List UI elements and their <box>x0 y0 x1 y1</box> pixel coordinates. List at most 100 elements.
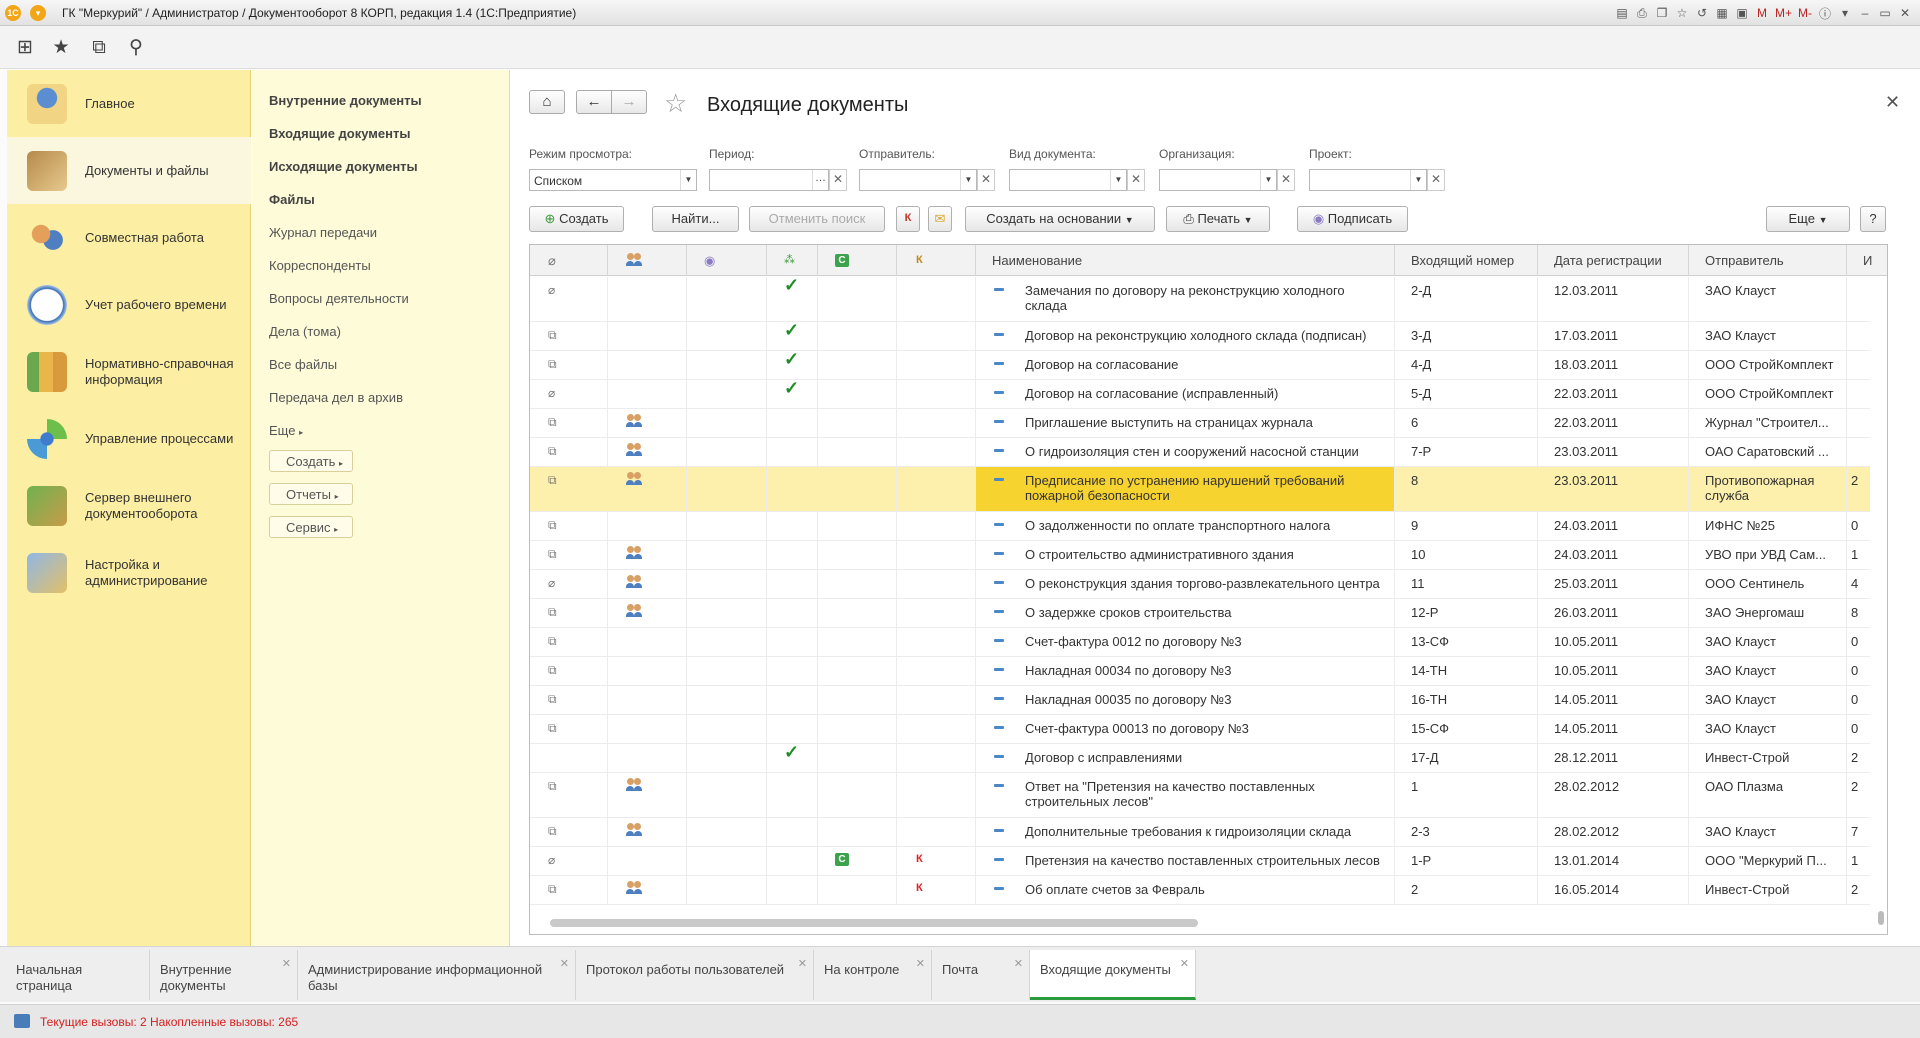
chevron-down-icon[interactable]: ▼ <box>680 170 696 190</box>
back-button[interactable]: ← <box>576 90 612 114</box>
create-button[interactable]: ⊕ Создать <box>529 206 624 232</box>
print-button[interactable]: ⎙ Печать ▼ <box>1166 206 1270 232</box>
print-icon[interactable]: ⎙ <box>1635 6 1649 21</box>
table-row[interactable]: ⧉ К Об оплате счетов за Февраль 2 16.05.2014… <box>530 876 1870 905</box>
subnav-outgoing-docs[interactable]: Исходящие документы <box>269 159 418 174</box>
subnav-all-files[interactable]: Все файлы <box>269 357 337 372</box>
mode-select[interactable]: Списком ▼ <box>529 169 697 191</box>
dropdown-icon[interactable]: ▾ <box>1838 6 1852 20</box>
table-row[interactable]: ⧉ О задержке сроков строительства 12-Р 26.0… <box>530 599 1870 628</box>
main-menu-icon[interactable]: ▾ <box>30 5 46 21</box>
table-row[interactable]: ⧉ Предписание по устранению нарушений тре… <box>530 467 1870 512</box>
table-row[interactable]: ⧉ О задолженности по оплате транспортного… <box>530 512 1870 541</box>
favorite-icon[interactable]: ☆ <box>1675 6 1689 20</box>
calendar-icon[interactable]: ▦ <box>1715 6 1729 20</box>
column-sender[interactable]: Отправитель <box>1689 245 1847 276</box>
tab-window[interactable]: Входящие документы ✕ <box>1030 950 1196 1000</box>
close-tab-icon[interactable]: ✕ <box>282 956 291 972</box>
table-row[interactable]: ⧉ Приглашение выступить на страницах журн… <box>530 409 1870 438</box>
create-based-on-button[interactable]: Создать на основании ▼ <box>965 206 1155 232</box>
table-row[interactable]: ⌀ С К Претензия на качество поставленных ст… <box>530 847 1870 876</box>
close-tab-icon[interactable]: ✕ <box>1180 956 1189 972</box>
tab-window[interactable]: Почта ✕ <box>932 950 1030 1000</box>
close-tab-icon[interactable]: ✕ <box>1014 956 1023 972</box>
project-clear-icon[interactable]: ✕ <box>1427 169 1445 191</box>
period-clear-icon[interactable]: ✕ <box>829 169 847 191</box>
column-signature[interactable]: ◉ <box>687 245 767 276</box>
table-row[interactable]: ⧉ ✓ Договор на согласование 4-Д 18.03.2011 ОО… <box>530 351 1870 380</box>
table-row[interactable]: ⌀ ✓ Замечания по договору на реконструкцию… <box>530 277 1870 322</box>
control-k-button[interactable]: К <box>896 206 920 232</box>
table-row[interactable]: ⧉ О гидроизоляция стен и сооружений насос… <box>530 438 1870 467</box>
tab-window[interactable]: Начальная страница <box>6 950 150 1000</box>
forward-button[interactable]: → <box>611 90 647 114</box>
subnav-cases[interactable]: Дела (тома) <box>269 324 341 339</box>
column-extra[interactable]: И <box>1847 245 1887 276</box>
table-row[interactable]: ⧉ Накладная 00034 по договору №3 14-ТН 10.0… <box>530 657 1870 686</box>
favorites-star-icon[interactable]: ★ <box>49 36 73 60</box>
subnav-internal-docs[interactable]: Внутренние документы <box>269 93 422 108</box>
find-button[interactable]: Найти... <box>652 206 739 232</box>
close-tab-icon[interactable]: ✕ <box>560 956 569 972</box>
table-row[interactable]: ⧉ О строительство административного здани… <box>530 541 1870 570</box>
help-button[interactable]: ? <box>1860 206 1886 232</box>
subnav-correspondents[interactable]: Корреспонденты <box>269 258 371 273</box>
subnav-activity-questions[interactable]: Вопросы деятельности <box>269 291 409 306</box>
sidebar-item-reference[interactable]: Нормативно-справочная информация <box>7 338 251 405</box>
sidebar-item-documents[interactable]: Документы и файлы <box>7 137 251 204</box>
subnav-incoming-docs[interactable]: Входящие документы <box>269 126 410 141</box>
sign-button[interactable]: ◉ Подписать <box>1297 206 1408 232</box>
project-select[interactable]: ▼ <box>1309 169 1427 191</box>
column-k[interactable]: К <box>897 245 976 276</box>
info-icon[interactable]: ⓘ <box>1818 5 1832 22</box>
sender-select[interactable]: ▼ <box>859 169 977 191</box>
subnav-more[interactable]: Еще ▸ <box>269 423 303 438</box>
table-row[interactable]: ⌀ ✓ Договор на согласование (исправленный)… <box>530 380 1870 409</box>
apps-grid-icon[interactable]: ⊞ <box>13 36 37 60</box>
org-select[interactable]: ▼ <box>1159 169 1277 191</box>
sidebar-item-collaboration[interactable]: Совместная работа <box>7 204 251 271</box>
column-c[interactable]: С <box>818 245 897 276</box>
close-window-icon[interactable]: ✕ <box>1898 6 1912 20</box>
column-tasks[interactable]: ⁂ <box>767 245 818 276</box>
column-name[interactable]: Наименование <box>976 245 1395 276</box>
history-pages-icon[interactable]: ⧉ <box>87 36 111 60</box>
memory-minus-button[interactable]: M- <box>1798 6 1812 20</box>
table-row[interactable]: ⧉ Дополнительные требования к гидроизоляц… <box>530 818 1870 847</box>
column-group[interactable] <box>608 245 687 276</box>
sidebar-item-external-server[interactable]: Сервер внешнего документооборота <box>7 472 251 539</box>
home-button[interactable]: ⌂ <box>529 90 565 114</box>
chevron-down-icon[interactable]: ▼ <box>1110 170 1126 190</box>
table-row[interactable]: ✓ Договор с исправлениями 17-Д 28.12.2011 Ин… <box>530 744 1870 773</box>
ellipsis-icon[interactable]: … <box>812 170 828 190</box>
chevron-down-icon[interactable]: ▼ <box>1410 170 1426 190</box>
table-row[interactable]: ⧉ ✓ Договор на реконструкцию холодного скл… <box>530 322 1870 351</box>
sidebar-item-processes[interactable]: Управление процессами <box>7 405 251 472</box>
tab-window[interactable]: Протокол работы пользователей ✕ <box>576 950 814 1000</box>
sidebar-item-settings[interactable]: Настройка и администрирование <box>7 539 251 606</box>
horizontal-scrollbar[interactable] <box>550 919 1198 927</box>
server-calls-icon[interactable] <box>14 1014 30 1028</box>
tab-window[interactable]: На контроле ✕ <box>814 950 932 1000</box>
chevron-down-icon[interactable]: ▼ <box>960 170 976 190</box>
subnav-create-button[interactable]: Создать ▸ <box>269 450 353 472</box>
table-row[interactable]: ⧉ Счет-фактура 00013 по договору №3 15-СФ 1… <box>530 715 1870 744</box>
close-form-icon[interactable]: ✕ <box>1885 92 1900 113</box>
maximize-icon[interactable]: ▭ <box>1878 6 1892 20</box>
cancel-search-button[interactable]: Отменить поиск <box>749 206 885 232</box>
table-row[interactable]: ⧉ Ответ на "Претензия на качество поставл… <box>530 773 1870 818</box>
subnav-reports-button[interactable]: Отчеты ▸ <box>269 483 353 505</box>
sender-clear-icon[interactable]: ✕ <box>977 169 995 191</box>
table-row[interactable]: ⌀ О реконструкция здания торгово-развлека… <box>530 570 1870 599</box>
vertical-scrollbar[interactable] <box>1878 911 1884 925</box>
period-field[interactable]: … <box>709 169 829 191</box>
close-tab-icon[interactable]: ✕ <box>916 956 925 972</box>
column-date[interactable]: Дата регистрации <box>1538 245 1689 276</box>
memory-plus-button[interactable]: M+ <box>1775 6 1792 20</box>
more-button[interactable]: Еще ▼ <box>1766 206 1850 232</box>
subnav-transfer-log[interactable]: Журнал передачи <box>269 225 377 240</box>
search-icon[interactable]: ⚲ <box>124 36 148 60</box>
mail-icon[interactable]: ✉ <box>928 206 952 232</box>
column-attachment[interactable]: ⌀ <box>530 245 608 276</box>
favorite-star-icon[interactable]: ☆ <box>664 90 687 116</box>
